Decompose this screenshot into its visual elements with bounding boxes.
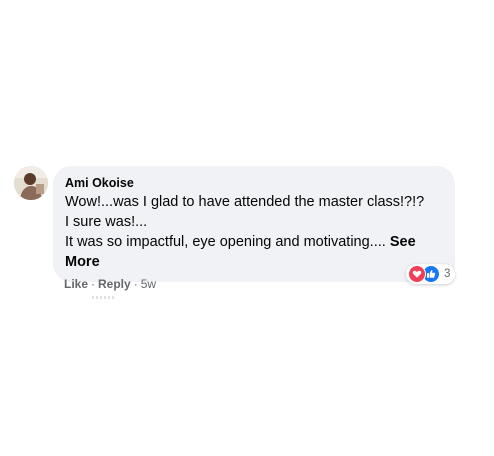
comment-text-line-2: I sure was!... <box>65 214 148 230</box>
comment-author[interactable]: Ami Okoise <box>65 175 443 191</box>
reply-action[interactable]: Reply <box>98 277 131 291</box>
like-action[interactable]: Like <box>64 277 88 291</box>
comment-text-line-3-body: It was so impactful, eye opening and mot… <box>65 234 390 250</box>
comment-timestamp[interactable]: 5w <box>141 277 156 291</box>
see-more-link-word2[interactable]: More <box>65 252 443 272</box>
comment-text-line-3: It was so impactful, eye opening and mot… <box>65 232 443 252</box>
comment-text-line-1: Wow!...was I glad to have attended the m… <box>65 194 425 210</box>
reactions-summary[interactable]: 3 <box>406 264 456 284</box>
heart-icon <box>408 265 426 283</box>
avatar[interactable] <box>14 166 48 200</box>
comment-bubble: Ami Okoise Wow!...was I glad to have att… <box>53 166 455 282</box>
avatar-image <box>14 166 48 200</box>
truncated-reply-preview <box>92 296 114 299</box>
separator-dot: · <box>91 277 96 291</box>
comment-actions: Like · Reply · 5w <box>64 276 156 292</box>
separator-dot: · <box>133 277 138 291</box>
see-more-link-word1[interactable]: See <box>390 234 416 250</box>
reaction-count: 3 <box>444 268 451 280</box>
